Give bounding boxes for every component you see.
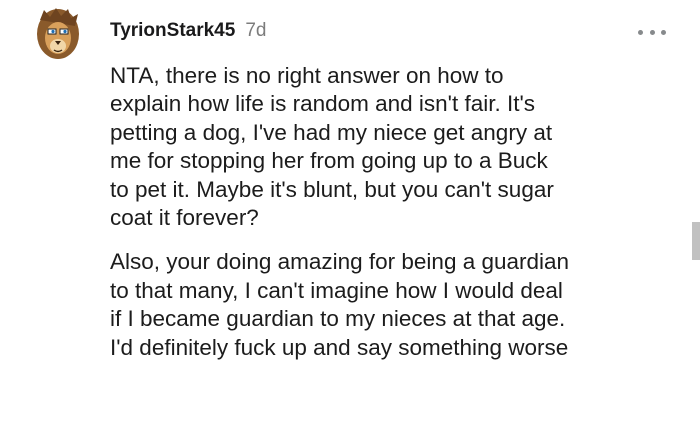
username-link[interactable]: TyrionStark45 bbox=[110, 20, 235, 42]
comment-body: NTA, there is no right answer on how to … bbox=[110, 62, 675, 378]
more-options-icon bbox=[638, 29, 643, 35]
comment-paragraph: Also, your doing amazing for being a gua… bbox=[110, 249, 570, 360]
avatar[interactable] bbox=[34, 6, 82, 64]
comment-age: 7d bbox=[245, 20, 267, 41]
comment-header: TyrionStark45 7d bbox=[110, 20, 266, 48]
more-options-button[interactable] bbox=[638, 24, 666, 40]
scrollbar-thumb[interactable] bbox=[692, 222, 700, 260]
comment-paragraph: NTA, there is no right answer on how to … bbox=[110, 63, 554, 231]
lion-avatar-icon bbox=[37, 8, 79, 59]
